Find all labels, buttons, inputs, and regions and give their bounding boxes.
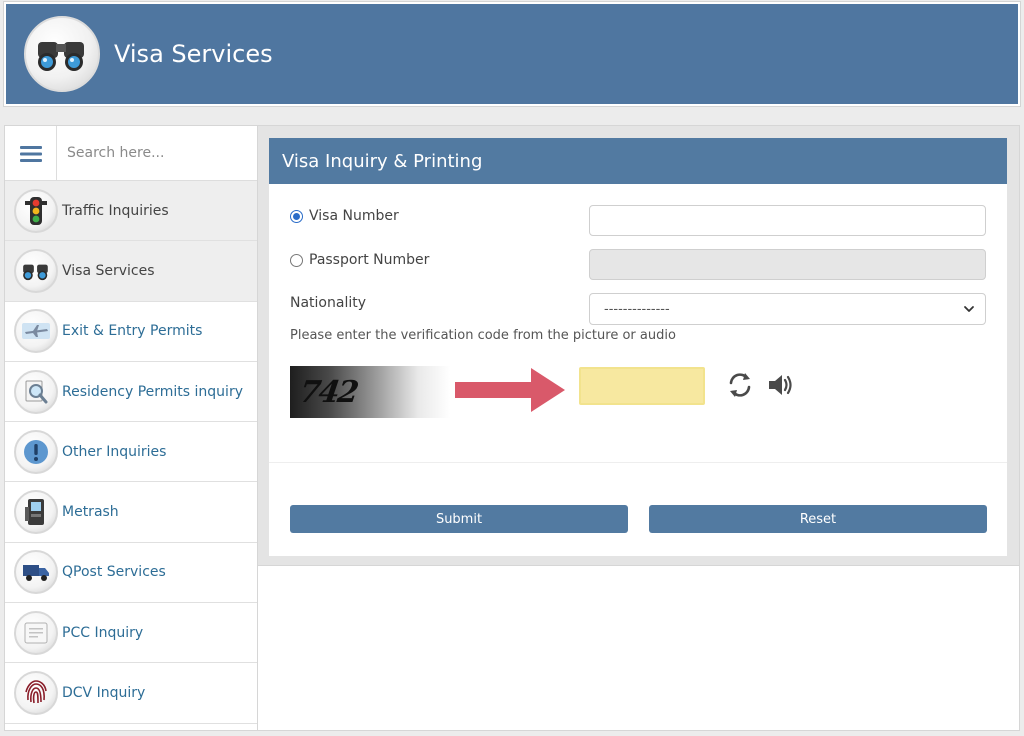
sidebar-item-label: Traffic Inquiries: [62, 202, 169, 219]
sidebar-item-label: Visa Services: [62, 262, 155, 279]
radio-checked-icon[interactable]: [290, 209, 303, 223]
visa-inquiry-panel: Visa Inquiry & Printing Visa Number Pass…: [269, 138, 1007, 556]
submit-button[interactable]: Submit: [290, 505, 628, 533]
visa-number-radio[interactable]: Visa Number: [290, 208, 399, 224]
exclamation-icon: [14, 429, 58, 474]
nationality-label: Nationality: [290, 295, 367, 311]
sidebar-item-label: PCC Inquiry: [62, 624, 144, 641]
radio-unchecked-icon[interactable]: [290, 253, 303, 267]
fingerprint-icon: [14, 671, 58, 716]
arrow-right-icon: [455, 368, 565, 412]
site-header: Visa Services: [4, 2, 1020, 106]
magnifier-document-icon: [14, 369, 58, 414]
sidebar-item-other-inquiries[interactable]: Other Inquiries: [5, 422, 257, 483]
form-divider: [269, 462, 1007, 463]
sidebar-item-qpost-services[interactable]: QPost Services: [5, 542, 257, 604]
sidebar-item-visa-services[interactable]: Visa Services: [5, 241, 257, 302]
certificate-icon: [14, 610, 58, 655]
traffic-light-icon: [14, 188, 58, 233]
captcha-image: 742: [290, 366, 450, 418]
sidebar-item-label: DCV Inquiry: [62, 685, 146, 702]
sidebar-item-pcc-inquiry[interactable]: PCC Inquiry: [5, 603, 257, 664]
sidebar-item-label: Metrash: [62, 504, 119, 521]
speaker-audio-icon[interactable]: [766, 371, 796, 403]
form-panel-wrapper: Visa Inquiry & Printing Visa Number Pass…: [258, 126, 1019, 566]
sidebar-item-traffic-inquiries[interactable]: Traffic Inquiries: [5, 181, 257, 242]
reset-button[interactable]: Reset: [649, 505, 987, 533]
nationality-select[interactable]: --------------: [589, 293, 986, 325]
sidebar-item-exit-entry-permits[interactable]: Exit & Entry Permits: [5, 301, 257, 362]
chevron-down-icon: [964, 306, 974, 312]
binoculars-icon: [24, 16, 100, 92]
passport-number-radio[interactable]: Passport Number: [290, 252, 429, 268]
main-content: Visa Inquiry & Printing Visa Number Pass…: [258, 125, 1020, 731]
passport-number-label: Passport Number: [309, 252, 430, 268]
binoculars-icon: [14, 248, 58, 293]
sidebar-item-dcv-inquiry[interactable]: DCV Inquiry: [5, 663, 257, 724]
visa-number-label: Visa Number: [309, 208, 399, 224]
airplane-icon: [14, 309, 58, 354]
refresh-icon[interactable]: [725, 370, 755, 404]
hamburger-menu-icon[interactable]: [5, 126, 57, 181]
sidebar-item-label: Residency Permits inquiry: [62, 383, 243, 400]
visa-number-input[interactable]: [589, 205, 986, 236]
delivery-truck-icon: [14, 550, 58, 595]
captcha-code: 742: [297, 374, 360, 410]
sidebar-item-label: Exit & Entry Permits: [62, 323, 203, 340]
sidebar-item-label: QPost Services: [62, 564, 166, 581]
nationality-selected-value: --------------: [604, 301, 670, 317]
sidebar: Traffic Inquiries Visa Services Exit & E: [4, 125, 258, 731]
kiosk-icon: [14, 490, 58, 535]
sidebar-item-label: Other Inquiries: [62, 443, 167, 460]
sidebar-search-input[interactable]: [57, 126, 257, 180]
passport-number-input[interactable]: [589, 249, 986, 280]
sidebar-item-residency-permits[interactable]: Residency Permits inquiry: [5, 361, 257, 423]
sidebar-search-row: [5, 126, 257, 181]
panel-title: Visa Inquiry & Printing: [269, 138, 1007, 184]
site-title: Visa Services: [114, 40, 273, 68]
captcha-input[interactable]: [579, 367, 705, 405]
verification-instruction: Please enter the verification code from …: [290, 328, 676, 343]
sidebar-item-metrash[interactable]: Metrash: [5, 482, 257, 543]
